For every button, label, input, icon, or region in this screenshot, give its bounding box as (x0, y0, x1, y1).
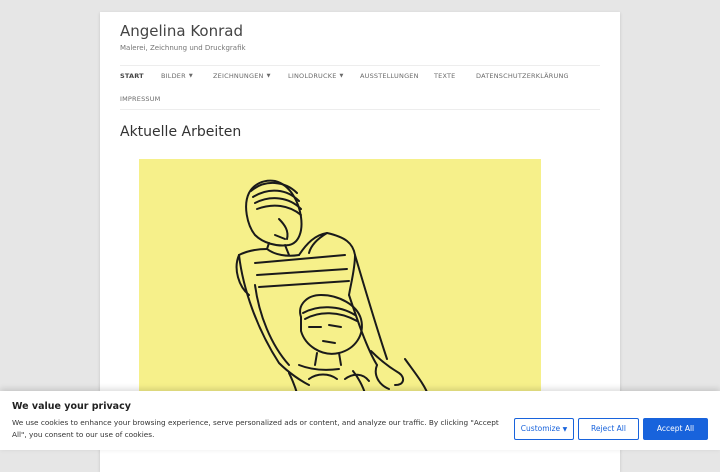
nav-item-texte[interactable]: TEXTE (434, 72, 456, 80)
nav-top-divider (120, 65, 600, 66)
nav-item-impressum[interactable]: IMPRESSUM (120, 95, 161, 103)
nav-item-label: START (120, 72, 144, 80)
chevron-down-icon: ▼ (266, 73, 271, 79)
nav-item-label: BILDER (161, 72, 186, 80)
cookie-text: We use cookies to enhance your browsing … (12, 418, 499, 439)
site-title[interactable]: Angelina Konrad (120, 22, 243, 40)
nav-item-zeichnungen[interactable]: ZEICHNUNGEN ▼ (213, 72, 271, 80)
nav-item-linoldrucke[interactable]: LINOLDRUCKE ▼ (288, 72, 344, 80)
cookie-title: We value your privacy (12, 401, 131, 412)
reject-all-button[interactable]: Reject All (578, 418, 639, 440)
nav-item-label: ZEICHNUNGEN (213, 72, 264, 80)
nav-item-label: TEXTE (434, 72, 456, 80)
chevron-down-icon: ▼ (339, 73, 344, 79)
nav-item-label: IMPRESSUM (120, 95, 161, 103)
cookie-consent-banner: We value your privacy We use cookies to … (0, 391, 720, 450)
artwork-image[interactable] (139, 159, 541, 409)
page-heading: Aktuelle Arbeiten (120, 124, 242, 140)
nav-item-ausstellungen[interactable]: AUSSTELLUNGEN (360, 72, 419, 80)
nav-item-label: AUSSTELLUNGEN (360, 72, 419, 80)
nav-item-label: DATENSCHUTZERKLÄRUNG (476, 72, 569, 80)
nav-item-bilder[interactable]: BILDER ▼ (161, 72, 193, 80)
accept-all-button[interactable]: Accept All (643, 418, 708, 440)
drawing-of-adult-and-child-icon (139, 159, 541, 409)
chevron-down-icon: ▼ (562, 426, 568, 433)
nav-item-start[interactable]: START (120, 72, 144, 80)
nav-bottom-divider (120, 109, 600, 110)
chevron-down-icon: ▼ (188, 73, 193, 79)
customize-label: Customize (520, 424, 561, 433)
site-description: Malerei, Zeichnung und Druckgrafik (120, 44, 246, 52)
customize-button[interactable]: Customize ▼ (514, 418, 574, 440)
nav-item-datenschutzerklaerung[interactable]: DATENSCHUTZERKLÄRUNG (476, 72, 569, 80)
nav-item-label: LINOLDRUCKE (288, 72, 337, 80)
